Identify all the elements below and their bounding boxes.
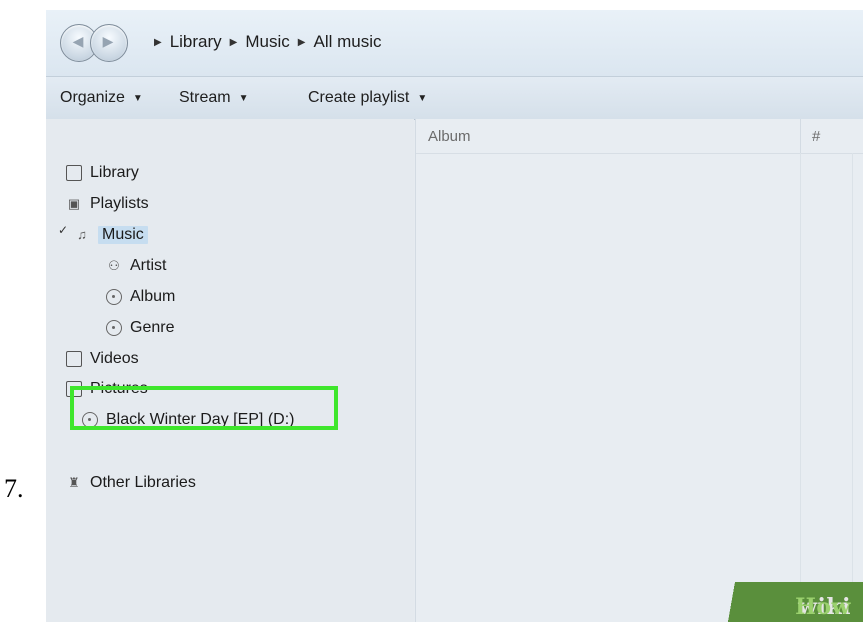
organize-menu[interactable]: Organize ▼ — [60, 87, 143, 109]
dropdown-arrow-icon: ▼ — [238, 92, 249, 104]
album-disc-icon — [106, 289, 122, 305]
create-playlist-label: Create playlist — [308, 89, 410, 106]
column-header-label: # — [812, 127, 821, 145]
sidebar-item-other-libraries[interactable]: ♜ Other Libraries — [66, 471, 196, 495]
toolbar: Organize ▼ Stream ▼ Create playlist ▼ — [46, 76, 863, 120]
sidebar-item-label: Other Libraries — [90, 474, 196, 491]
step-number: 7. — [4, 474, 24, 503]
breadcrumb-separator-icon: ▶ — [229, 36, 238, 48]
column-divider — [800, 153, 801, 622]
sidebar-item-label: Artist — [130, 257, 167, 274]
video-icon — [66, 351, 82, 367]
library-icon — [66, 165, 82, 181]
dropdown-arrow-icon: ▼ — [417, 92, 428, 104]
column-header-extra[interactable] — [852, 119, 863, 154]
sidebar-item-label: Genre — [130, 319, 175, 336]
breadcrumb-library[interactable]: Library — [170, 32, 222, 52]
content-pane: Album # — [415, 119, 863, 622]
breadcrumb-separator-icon: ▶ — [154, 36, 162, 48]
expand-chevron-icon[interactable]: ✓ — [58, 223, 68, 237]
sidebar-item-genre[interactable]: Genre — [106, 316, 174, 340]
media-player-window: ◀ ▶ ▶ Library ▶ Music ▶ All music Organi… — [46, 10, 863, 622]
address-bar: ◀ ▶ ▶ Library ▶ Music ▶ All music — [46, 10, 863, 76]
stream-label: Stream — [179, 89, 231, 106]
breadcrumb-all-music[interactable]: All music — [313, 32, 381, 52]
navigation-pane: Library ▣ Playlists ✓ ♫ Music ⚇ Artist A… — [46, 119, 414, 622]
organize-label: Organize — [60, 89, 125, 106]
sidebar-item-videos[interactable]: Videos — [66, 347, 139, 371]
dropdown-arrow-icon: ▼ — [132, 92, 143, 104]
highlight-box — [70, 386, 338, 430]
create-playlist-menu[interactable]: Create playlist ▼ — [308, 87, 427, 109]
column-divider — [852, 153, 853, 622]
forward-button[interactable]: ▶ — [90, 24, 128, 62]
forward-arrow-icon: ▶ — [102, 34, 114, 50]
sidebar-item-label: Album — [130, 288, 176, 305]
genre-icon — [106, 320, 122, 336]
breadcrumb-separator-icon: ▶ — [297, 36, 306, 48]
sidebar-item-music[interactable]: ♫ Music — [74, 223, 148, 247]
other-libraries-icon: ♜ — [68, 475, 80, 490]
sidebar-item-library[interactable]: Library — [66, 161, 139, 185]
sidebar-item-label: Videos — [90, 350, 139, 367]
playlist-icon: ▣ — [67, 196, 81, 211]
sidebar-item-label: Playlists — [90, 195, 149, 212]
breadcrumb: ▶ Library ▶ Music ▶ All music — [154, 30, 382, 54]
stream-menu[interactable]: Stream ▼ — [179, 87, 248, 109]
sidebar-item-album[interactable]: Album — [106, 285, 175, 309]
back-arrow-icon: ◀ — [72, 34, 84, 50]
breadcrumb-music[interactable]: Music — [245, 32, 289, 52]
sidebar-item-playlists[interactable]: ▣ Playlists — [66, 192, 149, 216]
sidebar-item-artist[interactable]: ⚇ Artist — [106, 254, 166, 278]
column-header-album[interactable]: Album — [416, 119, 801, 154]
column-header-label: Album — [428, 127, 471, 145]
sidebar-item-label: Music — [98, 226, 148, 244]
music-note-icon: ♫ — [77, 227, 87, 242]
artist-icon: ⚇ — [108, 258, 120, 273]
navigation-buttons: ◀ ▶ — [60, 24, 144, 62]
watermark: wiki How — [713, 582, 863, 622]
sidebar-item-label: Library — [90, 164, 139, 181]
watermark-how: How — [795, 594, 851, 620]
